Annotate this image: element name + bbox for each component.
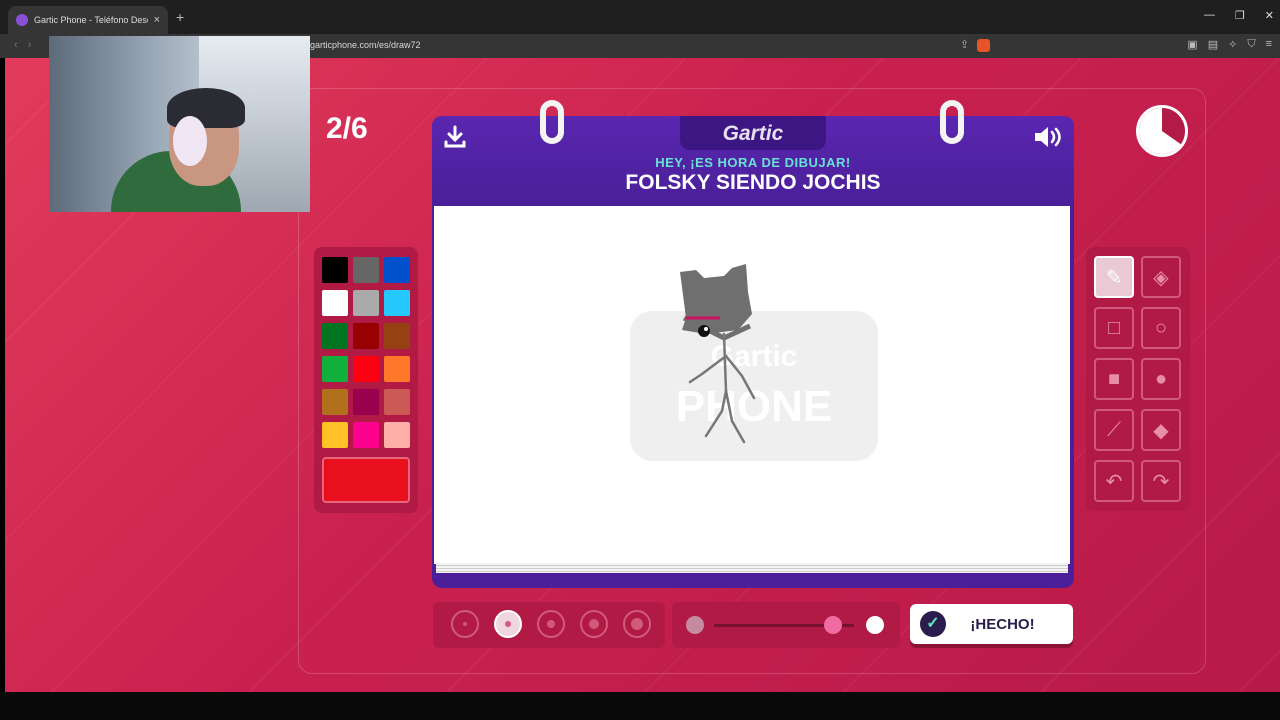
- color-swatch[interactable]: [353, 356, 379, 382]
- minimize-button[interactable]: —: [1204, 9, 1215, 22]
- brush-size-option[interactable]: [537, 610, 565, 638]
- address-bar[interactable]: garticphone.com/es/draw72: [310, 40, 421, 50]
- binder-ring-right: [940, 100, 964, 144]
- logo-tab: Gartic: [680, 116, 826, 150]
- brave-shields-icon[interactable]: [977, 39, 991, 52]
- vpn-icon[interactable]: ⛉: [1247, 38, 1255, 51]
- browser-extension-icons: ▣ ▤ ✧ ⛉ ≡: [1187, 38, 1272, 51]
- tool-panel: ✎ ◈ □ ○ ■ ● ⟋ ◆ ↶ ↷: [1086, 247, 1190, 511]
- sound-icon[interactable]: [1032, 124, 1064, 157]
- opacity-handle[interactable]: [824, 616, 842, 634]
- gartic-favicon-icon: [16, 14, 28, 26]
- color-swatch[interactable]: [322, 257, 348, 283]
- draw-instruction: HEY, ¡ES HORA DE DIBUJAR!: [655, 155, 851, 170]
- color-swatch[interactable]: [384, 422, 410, 448]
- color-swatch[interactable]: [384, 290, 410, 316]
- download-icon[interactable]: [442, 124, 468, 157]
- back-button[interactable]: ‹: [14, 39, 18, 51]
- ellipse-outline-tool[interactable]: ○: [1141, 307, 1181, 349]
- forward-button[interactable]: ›: [28, 39, 32, 51]
- browser-tab[interactable]: Gartic Phone - Teléfono Descom ×: [8, 6, 168, 34]
- browser-tab-bar: Gartic Phone - Teléfono Descom × + — ❐ ✕: [0, 0, 1280, 34]
- opacity-slider[interactable]: [672, 602, 900, 648]
- eraser-tool[interactable]: ◈: [1141, 256, 1181, 298]
- color-swatch[interactable]: [322, 389, 348, 415]
- brush-size-option[interactable]: [451, 610, 479, 638]
- extensions-icon[interactable]: ✧: [1228, 38, 1237, 51]
- selected-color-preview: [322, 457, 410, 503]
- redo-tool[interactable]: ↷: [1141, 460, 1181, 502]
- color-swatch[interactable]: [322, 422, 348, 448]
- drawing-canvas[interactable]: Gartic PHONE: [434, 206, 1070, 564]
- menu-icon[interactable]: ≡: [1266, 38, 1272, 51]
- address-bar-icons: ⇪: [960, 38, 991, 52]
- color-swatch[interactable]: [384, 257, 410, 283]
- canvas-drawing: Gartic PHONE: [630, 264, 878, 461]
- brush-cursor: [698, 325, 710, 337]
- share-icon[interactable]: ⇪: [960, 38, 969, 52]
- color-swatch[interactable]: [353, 290, 379, 316]
- color-swatch[interactable]: [353, 257, 379, 283]
- done-button[interactable]: ✓ ¡HECHO!: [910, 604, 1073, 644]
- window-controls: — ❐ ✕: [1204, 9, 1274, 22]
- headset: [173, 116, 207, 166]
- color-swatch[interactable]: [353, 323, 379, 349]
- color-swatch[interactable]: [384, 389, 410, 415]
- color-swatch[interactable]: [353, 422, 379, 448]
- rectangle-outline-tool[interactable]: □: [1094, 307, 1134, 349]
- sidebar-icon[interactable]: ▣: [1187, 38, 1197, 51]
- brush-size-option[interactable]: [580, 610, 608, 638]
- new-tab-button[interactable]: +: [176, 9, 184, 25]
- ellipse-filled-tool[interactable]: ●: [1141, 358, 1181, 400]
- round-counter: 2/6: [326, 112, 368, 145]
- opacity-max-dot: [866, 616, 884, 634]
- color-swatch[interactable]: [384, 323, 410, 349]
- opacity-min-dot: [686, 616, 704, 634]
- done-label: ¡HECHO!: [970, 615, 1035, 633]
- color-swatch[interactable]: [384, 356, 410, 382]
- tab-close-icon[interactable]: ×: [154, 14, 160, 26]
- color-swatch[interactable]: [353, 389, 379, 415]
- fill-bucket-tool[interactable]: ◆: [1141, 409, 1181, 451]
- gartic-phone-watermark: Gartic PHONE: [630, 311, 878, 461]
- screen-bottom-bar: [0, 692, 1280, 720]
- checkmark-icon: ✓: [920, 611, 946, 637]
- undo-tool[interactable]: ↶: [1094, 460, 1134, 502]
- nav-arrows: ‹ ›: [14, 39, 31, 51]
- close-window-button[interactable]: ✕: [1265, 9, 1274, 22]
- color-swatch[interactable]: [322, 323, 348, 349]
- webcam-overlay: [49, 36, 310, 212]
- color-swatch[interactable]: [322, 290, 348, 316]
- svg-text:PHONE: PHONE: [676, 382, 832, 431]
- line-tool[interactable]: ⟋: [1094, 409, 1134, 451]
- binder-ring-left: [540, 100, 564, 144]
- wallet-icon[interactable]: ▤: [1208, 38, 1218, 51]
- rectangle-filled-tool[interactable]: ■: [1094, 358, 1134, 400]
- timer-icon: [1136, 105, 1188, 157]
- pencil-tool[interactable]: ✎: [1094, 256, 1134, 298]
- brush-size-option[interactable]: [494, 610, 522, 638]
- gartic-logo: Gartic: [722, 122, 784, 145]
- color-palette: [314, 247, 418, 513]
- drawing-prompt: FOLSKY SIENDO JOCHIS: [625, 171, 881, 194]
- color-swatch[interactable]: [322, 356, 348, 382]
- restore-button[interactable]: ❐: [1235, 9, 1245, 22]
- brush-size-selector: [433, 602, 665, 648]
- tab-title: Gartic Phone - Teléfono Descom: [34, 15, 148, 25]
- paper-edge: [436, 563, 1068, 573]
- brush-size-option[interactable]: [623, 610, 651, 638]
